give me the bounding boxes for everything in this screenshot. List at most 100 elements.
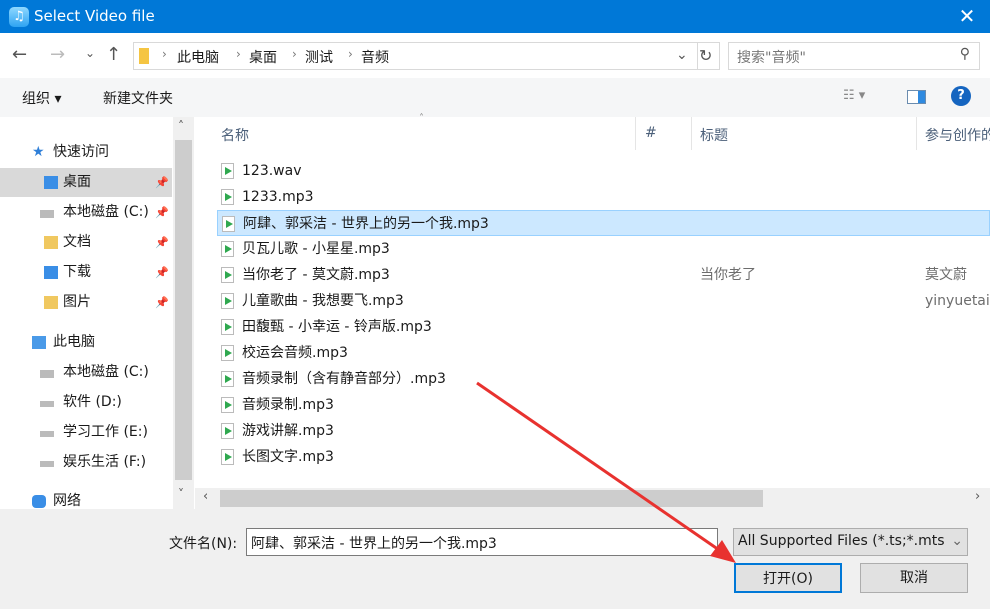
column-header-artist[interactable]: 参与创作的 (925, 125, 990, 145)
sidebar-item-this-pc[interactable]: 此电脑 (0, 328, 172, 357)
file-row[interactable]: 贝瓦儿歌 - 小星星.mp3 (217, 236, 990, 262)
audio-file-icon (221, 319, 234, 335)
file-row[interactable]: 1233.mp3 (217, 184, 990, 210)
cancel-button[interactable]: 取消 (860, 563, 968, 593)
view-options-icon[interactable]: ☷ ▾ (843, 88, 865, 103)
sidebar-item-drive-e[interactable]: 学习工作 (E:) (0, 418, 172, 447)
music-app-icon: ♫ (9, 7, 29, 27)
file-list: 名称 ˄ # 标题 参与创作的 123.wav 1233.mp3 阿肆、郭采洁 … (195, 113, 990, 488)
file-name: 当你老了 - 莫文蔚.mp3 (242, 267, 390, 283)
pin-icon: 📌 (155, 236, 169, 249)
organize-button[interactable]: 组织 ▾ (22, 88, 61, 108)
sort-ascending-icon: ˄ (419, 113, 424, 124)
file-row[interactable]: 当你老了 - 莫文蔚.mp3 当你老了 莫文蔚 (217, 262, 990, 288)
audio-file-icon (221, 371, 234, 387)
audio-file-icon (221, 293, 234, 309)
filename-label: 文件名(N): (169, 536, 238, 552)
network-icon (32, 495, 46, 508)
audio-file-icon (221, 397, 234, 413)
file-name: 123.wav (242, 163, 302, 179)
column-header-title[interactable]: 标题 (700, 125, 728, 145)
sidebar-item-drive-f[interactable]: 娱乐生活 (F:) (0, 448, 172, 477)
file-row[interactable]: 阿肆、郭采洁 - 世界上的另一个我.mp3 (217, 210, 990, 236)
file-name: 田馥甄 - 小幸运 - 铃声版.mp3 (242, 319, 432, 335)
file-name: 音频录制（含有静音部分）.mp3 (242, 371, 446, 387)
address-bar[interactable]: › 此电脑 › 桌面 › 测试 › 音频 ⌄ ↻ (133, 42, 720, 70)
window-title: Select Video file (34, 7, 155, 25)
scrollbar-thumb[interactable] (175, 140, 192, 480)
file-name: 贝瓦儿歌 - 小星星.mp3 (242, 241, 390, 257)
file-name: 1233.mp3 (242, 189, 314, 205)
drive-icon (40, 210, 54, 218)
file-title: 当你老了 (700, 267, 756, 283)
open-button[interactable]: 打开(O) (734, 563, 842, 593)
file-name: 儿童歌曲 - 我想要飞.mp3 (242, 293, 404, 309)
drive-icon (40, 370, 54, 378)
file-row[interactable]: 长图文字.mp3 (217, 444, 990, 470)
file-row[interactable]: 校运会音频.mp3 (217, 340, 990, 366)
search-icon: ⚲ (959, 46, 970, 62)
scroll-left-icon[interactable]: ‹ (203, 489, 208, 504)
help-icon[interactable]: ? (951, 86, 971, 106)
scroll-up-icon[interactable]: ˄ (178, 119, 184, 133)
audio-file-icon (221, 163, 234, 179)
desktop-folder-icon (44, 176, 58, 189)
search-placeholder: 搜索"音频" (737, 50, 806, 66)
pictures-icon (44, 296, 58, 309)
breadcrumb-this-pc[interactable]: 此电脑 (177, 47, 219, 67)
file-row[interactable]: 儿童歌曲 - 我想要飞.mp3 yinyuetai (217, 288, 990, 314)
scroll-right-icon[interactable]: › (975, 489, 980, 504)
file-row[interactable]: 游戏讲解.mp3 (217, 418, 990, 444)
column-header-name[interactable]: 名称 (221, 125, 249, 145)
drive-icon (40, 461, 54, 467)
navigation-pane: ★ 快速访问 桌面 📌 本地磁盘 (C:) 📌 文档 📌 下载 📌 图片 📌 此电脑 本地磁… (0, 117, 173, 509)
sidebar-item-documents[interactable]: 文档 📌 (0, 228, 172, 257)
star-icon: ★ (32, 144, 45, 160)
audio-file-icon (221, 449, 234, 465)
chevron-down-icon[interactable]: ⌄ (676, 47, 688, 63)
file-artist: 莫文蔚 (925, 267, 967, 283)
file-name: 游戏讲解.mp3 (242, 423, 334, 439)
file-artist: yinyuetai (925, 293, 990, 309)
preview-pane-icon[interactable] (907, 90, 926, 104)
audio-file-icon (221, 241, 234, 257)
toolbar: 组织 ▾ 新建文件夹 ☷ ▾ ? (0, 78, 990, 117)
sidebar-item-pictures[interactable]: 图片 📌 (0, 288, 172, 317)
audio-file-icon (221, 189, 234, 205)
close-button[interactable]: ✕ (952, 2, 982, 30)
sidebar-item-local-disk-c[interactable]: 本地磁盘 (C:) (0, 358, 172, 387)
filename-input[interactable]: 阿肆、郭采洁 - 世界上的另一个我.mp3 (246, 528, 718, 556)
file-type-select[interactable]: All Supported Files (*.ts;*.mts ⌄ (733, 528, 968, 556)
column-header-number[interactable]: # (645, 125, 657, 141)
forward-button[interactable]: → (50, 44, 65, 65)
breadcrumb-test[interactable]: 测试 (305, 47, 333, 67)
downloads-icon (44, 266, 58, 279)
pin-icon: 📌 (155, 176, 169, 189)
sidebar-item-local-disk-c-pinned[interactable]: 本地磁盘 (C:) 📌 (0, 198, 172, 227)
back-button[interactable]: ← (12, 44, 27, 65)
sidebar-item-drive-d[interactable]: 软件 (D:) (0, 388, 172, 417)
up-button[interactable]: ↑ (106, 44, 121, 65)
sidebar-item-quick-access[interactable]: ★ 快速访问 (0, 138, 172, 167)
breadcrumb-desktop[interactable]: 桌面 (249, 47, 277, 67)
scroll-down-icon[interactable]: ˅ (178, 487, 184, 501)
file-row[interactable]: 音频录制（含有静音部分）.mp3 (217, 366, 990, 392)
documents-icon (44, 236, 58, 249)
refresh-icon[interactable]: ↻ (699, 46, 712, 65)
chevron-down-icon: ⌄ (951, 533, 963, 549)
recent-locations-button[interactable]: ⌄ (85, 46, 95, 60)
file-row[interactable]: 音频录制.mp3 (217, 392, 990, 418)
file-row[interactable]: 田馥甄 - 小幸运 - 铃声版.mp3 (217, 314, 990, 340)
audio-file-icon (221, 267, 234, 283)
file-row[interactable]: 123.wav (217, 158, 990, 184)
search-input[interactable]: 搜索"音频" ⚲ (728, 42, 980, 70)
scrollbar-thumb[interactable] (220, 490, 763, 507)
sidebar-item-downloads[interactable]: 下载 📌 (0, 258, 172, 287)
new-folder-button[interactable]: 新建文件夹 (103, 88, 173, 108)
sidebar-item-desktop[interactable]: 桌面 📌 (0, 168, 172, 197)
audio-file-icon (221, 423, 234, 439)
computer-icon (32, 336, 46, 349)
pin-icon: 📌 (155, 296, 169, 309)
audio-file-icon (222, 216, 235, 232)
breadcrumb-audio[interactable]: 音频 (361, 47, 389, 67)
